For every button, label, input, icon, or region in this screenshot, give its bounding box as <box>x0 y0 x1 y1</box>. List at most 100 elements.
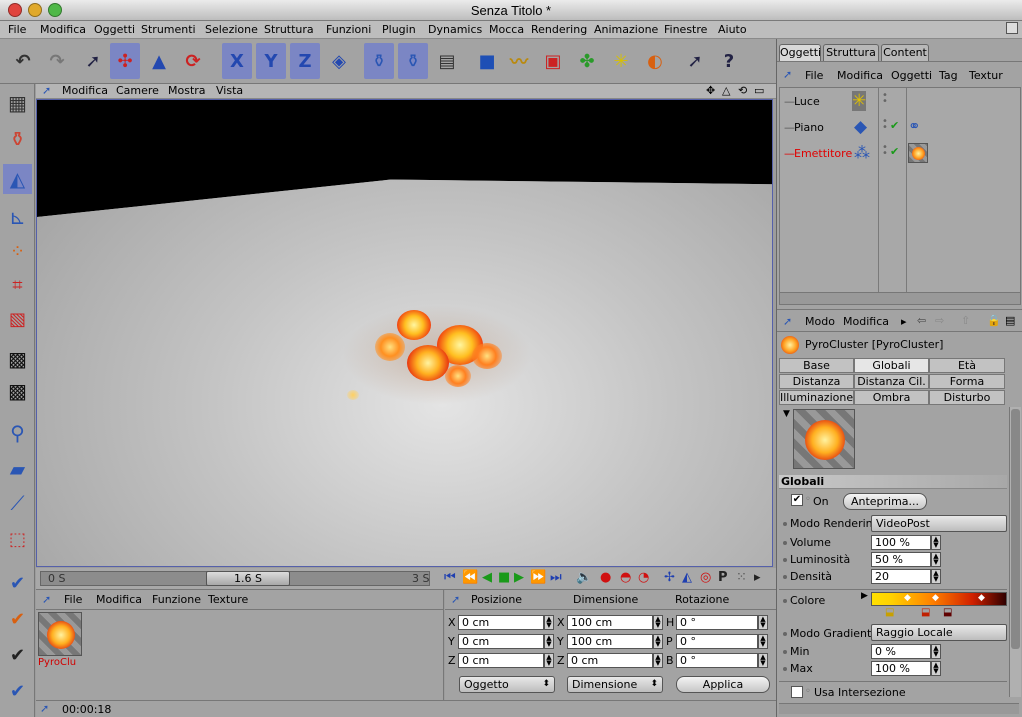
luminosita-field[interactable]: 50 % <box>871 552 931 567</box>
tab-distanza[interactable]: Distanza <box>779 374 854 389</box>
material-thumbnail[interactable] <box>38 612 82 656</box>
menu-dynamics[interactable]: Dynamics <box>428 23 482 36</box>
menu-mocca[interactable]: Mocca <box>489 23 524 36</box>
gradient-knot-1[interactable]: ◆ <box>904 593 911 603</box>
menu-modifica[interactable]: Modifica <box>40 23 86 36</box>
record-rotation-icon[interactable]: ◎ <box>700 570 711 585</box>
gradient-marker-1[interactable]: ⬓ <box>885 607 894 618</box>
pos-y-field[interactable]: 0 cm <box>458 634 544 649</box>
workplane-icon[interactable]: ▰ <box>3 454 32 484</box>
viewport-maximize-icon[interactable]: ▭ <box>754 84 764 97</box>
coords-object-mode-dropdown[interactable]: Oggetto ⬍ <box>459 676 555 693</box>
tab-globali[interactable]: Globali <box>854 358 929 373</box>
material-menu-texture[interactable]: Texture <box>208 593 248 606</box>
record-scale-icon[interactable]: ◭ <box>682 570 692 585</box>
previous-key-icon[interactable]: ⏪ <box>462 570 478 585</box>
pos-z-stepper[interactable]: ▲ ▼ <box>544 653 554 668</box>
texture-mode-icon[interactable]: ▩ <box>3 344 32 374</box>
luce-visibility-dots[interactable]: • • <box>882 91 888 107</box>
object-name-piano[interactable]: Piano <box>794 121 824 134</box>
play-forward-icon[interactable]: ▶ <box>514 570 524 585</box>
colore-expand-icon[interactable]: ▶ <box>861 591 868 601</box>
record-position-icon[interactable]: ✢ <box>664 570 675 585</box>
menu-funzioni[interactable]: Funzioni <box>326 23 371 36</box>
quantize-icon[interactable]: ⬚ <box>3 524 32 554</box>
tab-eta[interactable]: Età <box>929 358 1005 373</box>
material-name[interactable]: PyroClu <box>38 657 76 668</box>
menu-aiuto[interactable]: Aiuto <box>718 23 747 36</box>
object-axis-icon[interactable]: ⊾ <box>3 202 32 232</box>
colore-gradient[interactable]: ◆ ◆ ◆ <box>871 592 1007 606</box>
scene-object-icon[interactable]: ◐ <box>640 43 670 79</box>
texture-axis-icon[interactable]: ▩ <box>3 376 32 406</box>
viewport-pin-icon[interactable]: ➚ <box>42 84 51 97</box>
redo-icon[interactable]: ↷ <box>42 43 72 79</box>
viewport-menu-camere[interactable]: Camere <box>116 84 159 97</box>
keyframe-selection-icon[interactable]: ◔ <box>638 570 649 585</box>
menu-oggetti[interactable]: Oggetti <box>94 23 135 36</box>
lock-icon[interactable]: 🔒 <box>987 314 1001 327</box>
attributes-pin-icon[interactable]: ➚ <box>783 315 792 328</box>
viewport-move-icon[interactable]: ✥ <box>706 84 715 97</box>
min-field[interactable]: 0 % <box>871 644 931 659</box>
emettitore-material-tag-icon[interactable] <box>908 143 928 163</box>
size-x-stepper[interactable]: ▲ ▼ <box>653 615 663 630</box>
menu-plugin[interactable]: Plugin <box>382 23 416 36</box>
array-icon[interactable]: ✤ <box>572 43 602 79</box>
objects-menu-textur[interactable]: Textur <box>969 69 1003 82</box>
size-y-field[interactable]: 100 cm <box>567 634 653 649</box>
piano-material-tag-icon[interactable]: ⚭ <box>908 117 921 135</box>
objects-menu-oggetti[interactable]: Oggetti <box>891 69 932 82</box>
menu-struttura[interactable]: Struttura <box>264 23 314 36</box>
forward-arrow-icon[interactable]: ⇨ <box>935 314 944 327</box>
model-mode-icon[interactable]: ⚱ <box>3 124 32 154</box>
play-backward-icon[interactable]: ◀ <box>482 570 492 585</box>
viewport-3d[interactable] <box>36 99 773 567</box>
apply-button[interactable]: Applica <box>676 676 770 693</box>
gradient-marker-2[interactable]: ⬓ <box>921 607 930 618</box>
on-checkbox[interactable]: ✔ <box>791 494 803 506</box>
go-to-start-icon[interactable]: ⏮ <box>444 570 456 585</box>
particles-icon[interactable]: ✔ <box>3 676 32 706</box>
object-list[interactable]: — Luce ✳ • • — Piano ◆ • • ✔ ⚭ — Emettitor… <box>779 87 1021 305</box>
snap-icon[interactable]: ⟋ <box>3 488 32 518</box>
scale-tool-icon[interactable]: ▲ <box>144 43 174 79</box>
back-arrow-icon[interactable]: ⇦ <box>917 314 926 327</box>
luminosita-stepper[interactable]: ▲ ▼ <box>931 552 941 567</box>
sound-icon[interactable]: 🔈 <box>576 570 592 585</box>
new-panel-icon[interactable]: ▤ <box>1005 314 1015 327</box>
spline-icon[interactable]: 〰 <box>504 43 534 79</box>
coords-size-mode-dropdown[interactable]: Dimensione ⬍ <box>567 676 663 693</box>
rot-p-field[interactable]: 0 ° <box>676 634 758 649</box>
points-mode-icon[interactable]: ⁘ <box>3 236 32 266</box>
timeline-more-icon[interactable]: ▸ <box>754 570 761 585</box>
pos-z-field[interactable]: 0 cm <box>458 653 544 668</box>
viewport-menu-modifica[interactable]: Modifica <box>62 84 108 97</box>
tab-distanza-cil[interactable]: Distanza Cil. <box>854 374 929 389</box>
object-list-scrollbar[interactable] <box>780 292 1020 304</box>
rot-h-stepper[interactable]: ▲ ▼ <box>758 615 768 630</box>
tab-struttura[interactable]: Struttura <box>823 44 879 61</box>
objects-menu-tag[interactable]: Tag <box>939 69 958 82</box>
viewport-menu-vista[interactable]: Vista <box>216 84 243 97</box>
object-row-luce[interactable]: — Luce ✳ • • <box>780 90 1020 112</box>
pos-y-stepper[interactable]: ▲ ▼ <box>544 634 554 649</box>
go-to-end-icon[interactable]: ⏭ <box>550 570 562 585</box>
joint-tool-icon[interactable]: ⚲ <box>3 418 32 448</box>
material-menu-file[interactable]: File <box>64 593 82 606</box>
densita-field[interactable]: 20 <box>871 569 931 584</box>
size-z-stepper[interactable]: ▲ ▼ <box>653 653 663 668</box>
autokey-icon[interactable]: ◓ <box>620 570 631 585</box>
object-row-piano[interactable]: — Piano ◆ • • ✔ ⚭ <box>780 116 1020 138</box>
max-stepper[interactable]: ▲ ▼ <box>931 661 941 676</box>
pos-x-stepper[interactable]: ▲ ▼ <box>544 615 554 630</box>
attributes-menu-modifica[interactable]: Modifica <box>843 315 889 328</box>
tab-disturbo[interactable]: Disturbo <box>929 390 1005 405</box>
size-x-field[interactable]: 100 cm <box>567 615 653 630</box>
undo-icon[interactable]: ↶ <box>8 43 38 79</box>
next-key-icon[interactable]: ⏩ <box>530 570 546 585</box>
object-mode-icon[interactable]: ◭ <box>3 164 32 194</box>
modo-rendering-dropdown[interactable]: VideoPost <box>871 515 1007 532</box>
rot-p-stepper[interactable]: ▲ ▼ <box>758 634 768 649</box>
cube-primitive-icon[interactable]: ■ <box>472 43 502 79</box>
